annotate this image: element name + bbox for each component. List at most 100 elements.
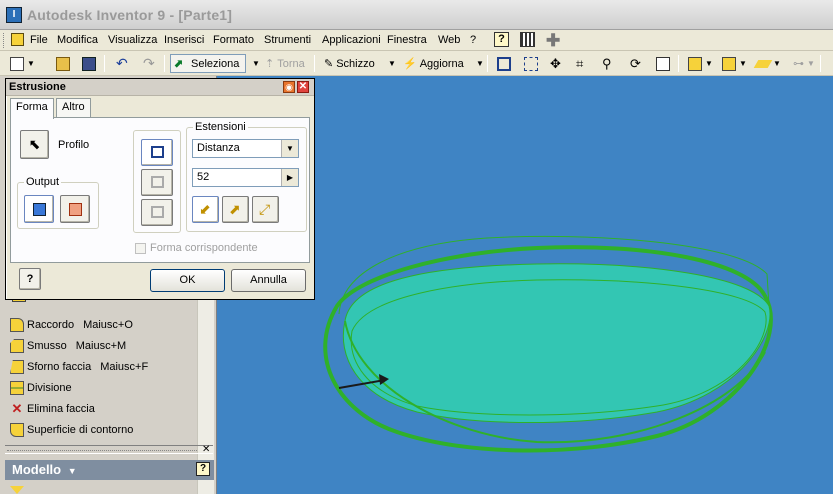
standard-toolbar: ▼ ↶ ↷ ⬈ Seleziona ▼ ⇡ Torna ✎ Schizzo ▼ ⚡ Ag… [0, 51, 833, 76]
match-shape-label: Forma corrispondente [150, 242, 258, 254]
save-button[interactable] [78, 54, 100, 73]
select-arrow-icon: ⬈ [174, 57, 184, 70]
extrude-dialog: Estrusione ◉ ✕ Forma Altro ⬉ Profilo Out… [5, 78, 315, 300]
cancel-button[interactable]: Annulla [231, 269, 306, 292]
camera-button[interactable]: ▼ [718, 54, 751, 73]
menu-strumenti[interactable]: Strumenti [264, 34, 311, 46]
sketch-button[interactable]: ✎ Schizzo [320, 54, 379, 73]
panel-item-raccordo[interactable]: Raccordo Maiusc+O [10, 316, 133, 334]
output-label: Output [24, 176, 62, 188]
dialog-title: Estrusione [9, 81, 66, 93]
save-icon [82, 56, 96, 71]
panel-item-superficie-di-contorno[interactable]: Superficie di contorno [10, 421, 133, 439]
intersect-button[interactable] [141, 199, 173, 226]
open-button[interactable] [52, 54, 74, 73]
new-button[interactable]: ▼ [6, 54, 39, 73]
tab-forma[interactable]: Forma [10, 98, 54, 119]
rotate-button[interactable]: ⟳ [626, 54, 645, 73]
open-folder-icon [56, 56, 70, 71]
browser-title: Modello [12, 462, 62, 477]
match-shape-checkbox[interactable] [135, 242, 146, 254]
redo-icon: ↷ [143, 55, 155, 71]
menu-modifica[interactable]: Modifica [57, 34, 98, 46]
browser-grip [7, 450, 197, 453]
zoom-window-icon [524, 56, 538, 71]
look-at-button[interactable] [652, 54, 674, 73]
close-icon[interactable]: ✕ [202, 444, 210, 455]
tree-button[interactable]: ⊶ ▼ [790, 54, 818, 73]
update-label: Aggiorna [419, 57, 464, 70]
shadow-button[interactable]: ▼ [752, 54, 785, 73]
help-icon[interactable]: ? [494, 32, 509, 47]
zoom-selected-button[interactable]: ⌗ [572, 54, 587, 73]
chevron-right-icon: ▶ [281, 169, 298, 186]
panel-item-sforno-faccia[interactable]: Sforno faccia Maiusc+F [10, 358, 148, 376]
pan-button[interactable]: ✥ [546, 54, 565, 73]
panel-item-label: Sforno faccia [27, 361, 92, 373]
menu-inserisci[interactable]: Inserisci [164, 34, 204, 46]
undo-button[interactable]: ↶ [112, 54, 132, 73]
display-mode-button[interactable]: ▼ [684, 54, 717, 73]
join-button[interactable] [141, 139, 173, 166]
cube-outline-icon [722, 56, 736, 71]
zoom-selected-icon: ⌗ [576, 55, 584, 71]
forma-tab-panel: ⬉ Profilo Output Estensioni Distanza ▼ 5… [10, 117, 310, 263]
browser-help-icon[interactable]: ? [196, 462, 210, 476]
browser-header[interactable]: Modello ▼ ? [5, 460, 214, 480]
update-button[interactable]: ⚡ Aggiorna [399, 54, 468, 73]
output-surface-button[interactable] [60, 195, 90, 223]
cut-button[interactable] [141, 169, 173, 196]
extent-type-select[interactable]: Distanza ▼ [192, 139, 299, 158]
panel-item-shortcut: Maiusc+O [83, 319, 133, 331]
menu-visualizza[interactable]: Visualizza [108, 34, 157, 46]
match-shape-option[interactable]: Forma corrispondente [135, 242, 258, 254]
menu-finestra[interactable]: Finestra [387, 34, 427, 46]
part-icon [11, 33, 24, 46]
grid-icon[interactable] [520, 32, 535, 47]
direction-2-icon: ⬈ [229, 201, 241, 217]
output-group: Output [17, 176, 99, 229]
return-button[interactable]: ⇡ Torna [262, 54, 308, 73]
symmetric-icon: ⤢ [259, 201, 271, 217]
redo-button[interactable]: ↷ [139, 54, 159, 73]
distance-input[interactable]: 52 ▶ [192, 168, 299, 187]
menu-formato[interactable]: Formato [213, 34, 254, 46]
plus-icon[interactable]: ✚ [546, 31, 560, 51]
direction-2-button[interactable]: ⬈ [222, 196, 249, 223]
panel-item-divisione[interactable]: Divisione [10, 379, 72, 397]
rotate-icon: ⟳ [630, 55, 641, 71]
menu-file[interactable]: File [30, 34, 48, 46]
menu-help[interactable]: ? [470, 34, 476, 46]
symmetric-button[interactable]: ⤢ [252, 196, 279, 223]
zoom-window-button[interactable] [520, 54, 542, 73]
direction-1-button[interactable]: ⬋ [192, 196, 219, 223]
select-button[interactable]: ⬈ Seleziona [170, 54, 246, 73]
menu-applicazioni[interactable]: Applicazioni [322, 34, 381, 46]
chevron-down-icon: ▼ [281, 140, 298, 157]
fillet-icon [10, 318, 24, 332]
magnifier-icon: ⚲ [602, 55, 612, 71]
panel-item-smusso[interactable]: Smusso Maiusc+M [10, 337, 126, 355]
filter-icon [10, 486, 24, 494]
help-icon: ? [26, 273, 34, 285]
split-icon [10, 381, 24, 395]
profile-select-button[interactable]: ⬉ [20, 130, 49, 159]
zoom-all-button[interactable] [493, 54, 515, 73]
dialog-pin-icon[interactable]: ◉ [283, 81, 295, 93]
dialog-title-bar: Estrusione ◉ ✕ [6, 79, 314, 96]
tab-altro[interactable]: Altro [56, 98, 91, 118]
ok-button[interactable]: OK [150, 269, 225, 292]
zoom-button[interactable]: ⚲ [598, 54, 616, 73]
zoom-all-icon [497, 56, 511, 71]
sketch-dropdown[interactable]: ▼ [384, 54, 400, 73]
panel-item-elimina-faccia[interactable]: ✕ Elimina faccia [10, 400, 95, 418]
update-dropdown[interactable]: ▼ [472, 54, 488, 73]
cursor-arrow-icon: ⬉ [28, 136, 41, 152]
menu-web[interactable]: Web [438, 34, 460, 46]
dialog-close-icon[interactable]: ✕ [297, 81, 309, 93]
extrusion-face [342, 263, 771, 423]
undo-icon: ↶ [116, 55, 128, 71]
menu-bar: File Modifica Visualizza Inserisci Forma… [0, 30, 833, 51]
output-solid-button[interactable] [24, 195, 54, 223]
dialog-help-button[interactable]: ? [19, 268, 41, 290]
